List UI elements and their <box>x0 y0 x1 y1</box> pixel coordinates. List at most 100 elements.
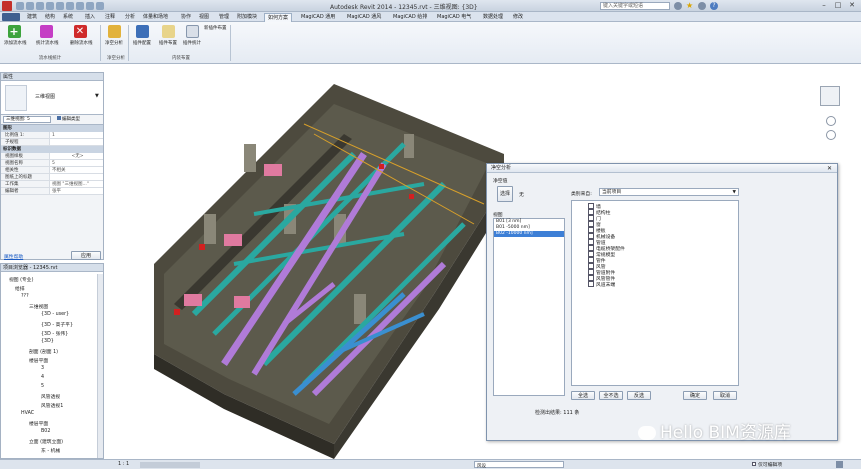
binoculars-icon[interactable] <box>674 2 682 10</box>
tree-item[interactable]: {3D - user} <box>41 312 69 317</box>
user-icon[interactable] <box>698 2 706 10</box>
tab-modify[interactable]: 修改 <box>510 13 526 22</box>
star-icon[interactable]: ★ <box>686 1 693 10</box>
search-input[interactable]: 键入关键字或短语 <box>600 2 670 10</box>
count-pipeline-button[interactable]: 统计流水线 <box>36 25 59 46</box>
tab-magicad-general[interactable]: MagiCAD 通用 <box>298 13 338 22</box>
tree-item[interactable]: 5 <box>41 384 44 389</box>
select-none-button[interactable]: 全不选 <box>599 391 623 400</box>
open-icon[interactable] <box>16 2 24 10</box>
tab-addins[interactable]: 附加模块 <box>234 13 260 22</box>
tree-item[interactable]: ??? <box>21 294 29 299</box>
redo-icon[interactable] <box>46 2 54 10</box>
view-cube-icon[interactable] <box>820 86 840 106</box>
workset-select[interactable]: 风设 <box>474 461 564 469</box>
view-control-icons[interactable] <box>140 462 200 468</box>
tree-item[interactable]: 视图 (专业) <box>9 276 33 283</box>
tab-data[interactable]: 数据处理 <box>480 13 506 22</box>
cancel-button[interactable]: 取消 <box>713 391 737 400</box>
filter-select[interactable]: 当前项目 ▼ <box>599 188 739 196</box>
tab-analyze[interactable]: 分析 <box>122 13 138 22</box>
undo-icon[interactable] <box>36 2 44 10</box>
clearance-analysis-button[interactable]: 净空分析 <box>104 25 124 46</box>
properties-help-link[interactable]: 属性帮助 <box>4 253 23 260</box>
tab-view[interactable]: 视图 <box>196 13 212 22</box>
save-icon[interactable] <box>26 2 34 10</box>
close-button[interactable]: ✕ <box>846 1 858 10</box>
extra-ribbon-label[interactable]: 新插件布置 <box>204 25 227 31</box>
type-selector[interactable]: 三维视图 ▼ <box>1 81 103 115</box>
pan-icon[interactable] <box>826 130 836 140</box>
minimize-button[interactable]: – <box>818 1 830 10</box>
tab-systems[interactable]: 系统 <box>60 13 76 22</box>
plugin-config-button[interactable]: 插件配置 <box>132 25 152 46</box>
section-identity[interactable]: 标识数据 <box>1 146 103 153</box>
delete-pipeline-button[interactable]: ✕ 删除流水线 <box>70 25 93 46</box>
tab-massing[interactable]: 体量和场地 <box>140 13 171 22</box>
scrollbar[interactable] <box>97 274 103 458</box>
category-list[interactable]: 墙 结构柱 门 窗 楼板 机械设备 管道 电缆桥架配件 常规模型 管件 风管 管… <box>571 200 739 386</box>
tab-structure[interactable]: 结构 <box>42 13 58 22</box>
view-selector[interactable]: 三维视图: 5 <box>3 116 51 123</box>
ok-button[interactable]: 确定 <box>683 391 707 400</box>
tab-insert[interactable]: 插入 <box>82 13 98 22</box>
tab-architecture[interactable]: 建筑 <box>24 13 40 22</box>
tree-item[interactable]: 楼层平面 <box>29 420 48 427</box>
dialog-close-icon[interactable]: ✕ <box>827 165 832 172</box>
tab-collaborate[interactable]: 协作 <box>178 13 194 22</box>
tree-item[interactable]: {3D - 高子平} <box>41 321 73 328</box>
tree-item[interactable]: 楼层平面 <box>29 357 48 364</box>
tab-manage[interactable]: 管理 <box>216 13 232 22</box>
scale-label[interactable]: 1 : 1 <box>118 461 129 467</box>
maximize-button[interactable]: □ <box>832 1 844 10</box>
view-list[interactable]: B01 [3 nm] B01 -5000 nm] B02 -10000 nm] <box>493 218 565 396</box>
app-menu-button[interactable] <box>2 13 20 21</box>
tree-item[interactable]: 4 <box>41 375 44 380</box>
tab-annotate[interactable]: 注释 <box>102 13 118 22</box>
prop-row[interactable]: 子规程 <box>1 139 103 146</box>
tree-item[interactable]: {3D - 张伟} <box>41 330 68 337</box>
tree-item[interactable]: 三维视图 <box>29 303 48 310</box>
zoom-icon[interactable] <box>826 116 836 126</box>
prop-row[interactable]: 视图名称 5 <box>1 160 103 167</box>
prop-row[interactable]: 视图样板 <无> <box>1 153 103 160</box>
tree-item[interactable]: B02 <box>41 429 50 434</box>
help-icon[interactable]: ? <box>710 2 718 10</box>
tree-item[interactable]: 东 - 机械 <box>41 447 60 454</box>
measure-icon[interactable] <box>66 2 74 10</box>
tab-plugin[interactable]: 如何方案 <box>264 13 293 22</box>
text-icon[interactable] <box>76 2 84 10</box>
editable-only-checkbox[interactable]: 仅可编辑项 <box>752 461 782 468</box>
plugin-stats-button[interactable]: 插件统计 <box>182 25 202 46</box>
select-all-button[interactable]: 全选 <box>571 391 595 400</box>
prop-row[interactable]: 比例值 1: 1 <box>1 132 103 139</box>
tab-magicad-pipe[interactable]: MagiCAD 给排 <box>390 13 430 22</box>
tree-item[interactable]: 风管透视 <box>41 393 60 400</box>
tab-magicad-elec[interactable]: MagiCAD 电气 <box>434 13 474 22</box>
section-graphics[interactable]: 图形 <box>1 125 103 132</box>
tree-item[interactable]: 3 <box>41 366 44 371</box>
select-button[interactable]: 选择 <box>497 186 513 202</box>
list-item[interactable]: B02 -10000 nm] <box>494 231 564 237</box>
prop-row[interactable]: 编辑者 张平 <box>1 188 103 195</box>
tree-item[interactable]: HVAC <box>21 411 34 416</box>
print-icon[interactable] <box>56 2 64 10</box>
tree-item[interactable]: 给排 <box>15 285 25 292</box>
tree-item[interactable]: 剖面 (剖面 1) <box>29 348 58 355</box>
tree-item[interactable]: {3D} <box>41 339 54 344</box>
edit-type-button[interactable]: 编辑类型 <box>57 116 80 123</box>
invert-selection-button[interactable]: 反选 <box>627 391 651 400</box>
add-pipeline-button[interactable]: + 添加流水线 <box>4 25 27 46</box>
plugin-place-button[interactable]: 插件布置 <box>158 25 178 46</box>
category-checkbox[interactable]: 风道末端 <box>588 281 615 288</box>
section-icon[interactable] <box>96 2 104 10</box>
tab-magicad-vent[interactable]: MagiCAD 通风 <box>344 13 384 22</box>
prop-row[interactable]: 工作集 视图 "三维视图..." <box>1 181 103 188</box>
apply-button[interactable]: 应用 <box>71 251 101 260</box>
tree-item[interactable]: 立面 (建筑立面) <box>29 438 63 445</box>
filter-icon[interactable] <box>836 461 843 468</box>
prop-row[interactable]: 图纸上的标题 <box>1 174 103 181</box>
prop-row[interactable]: 相关性 不相关 <box>1 167 103 174</box>
tree-item[interactable]: 风管透视1 <box>41 402 63 409</box>
3d-view-icon[interactable] <box>86 2 94 10</box>
